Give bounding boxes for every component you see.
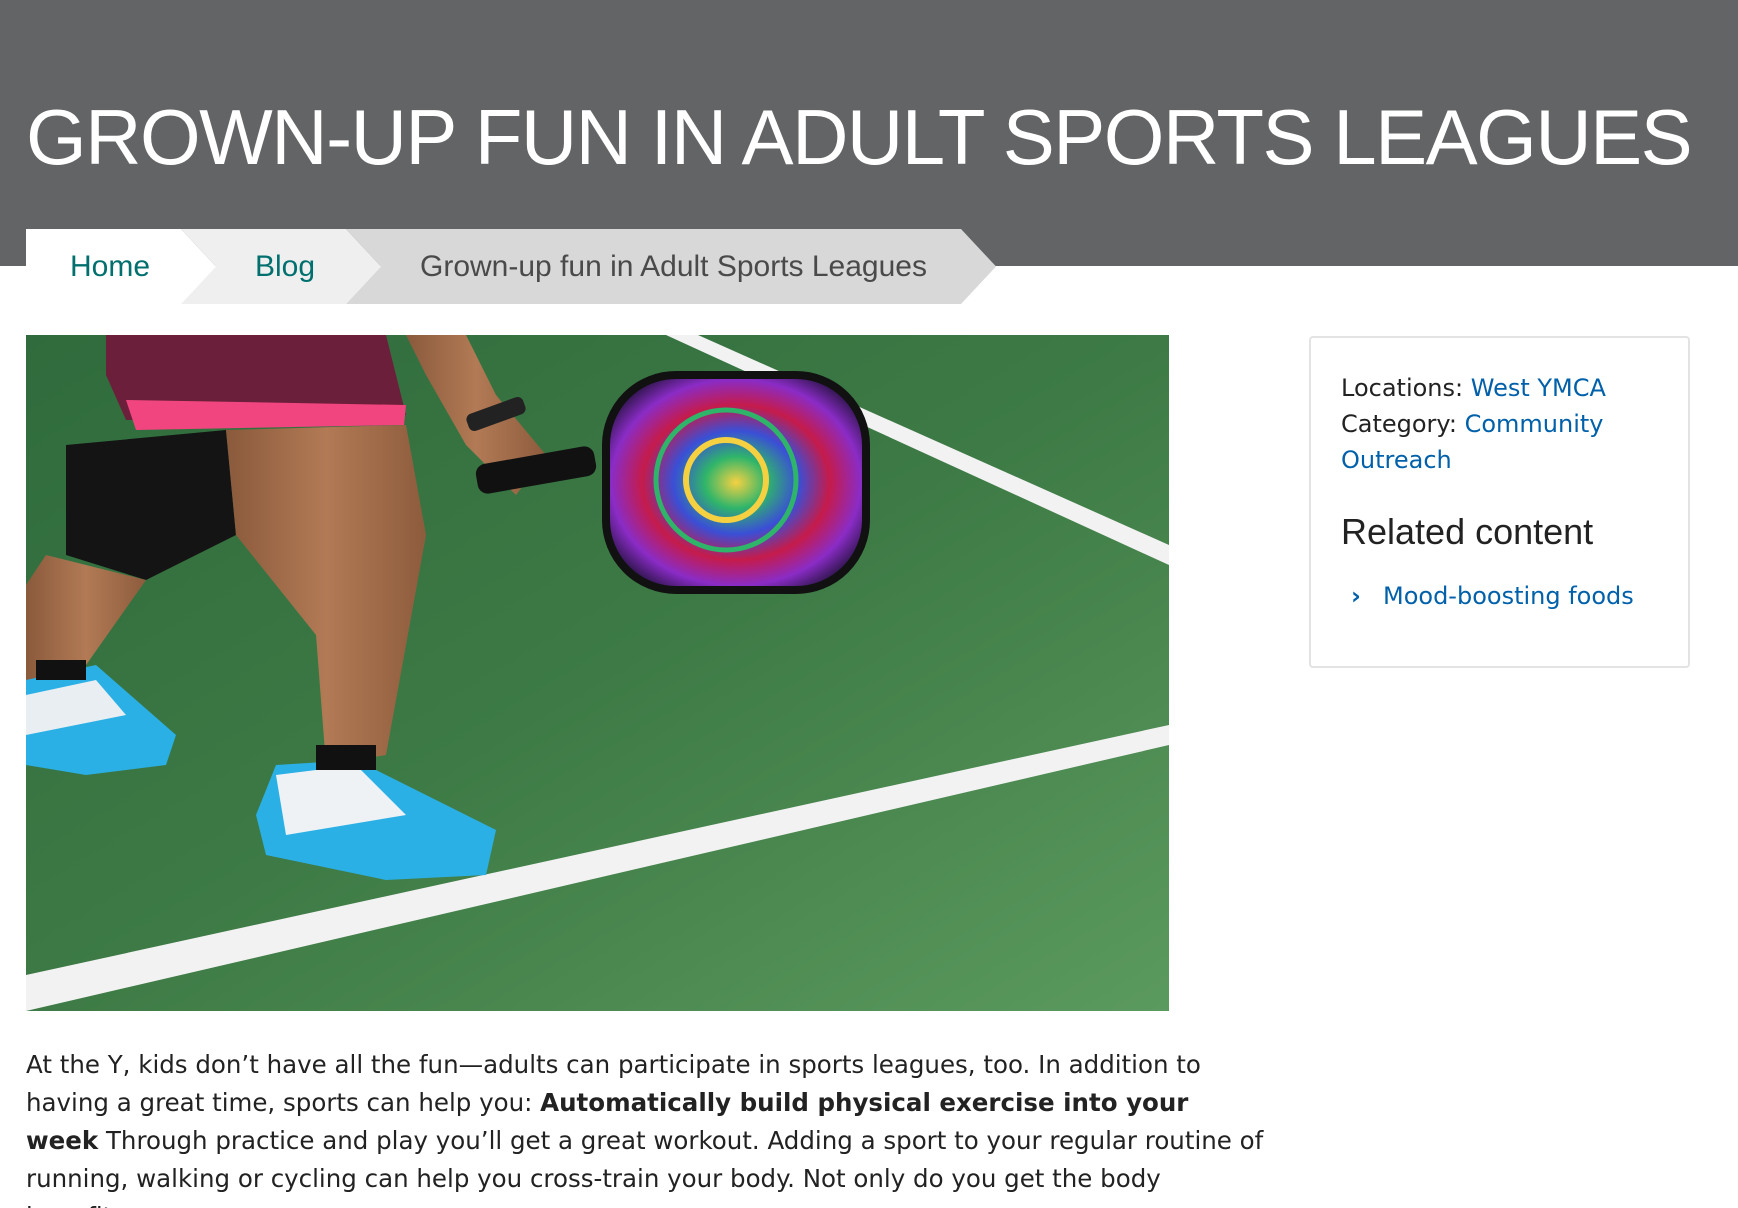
sidebar-card: Locations: West YMCA Category: Community… (1309, 336, 1690, 668)
breadcrumb-current-label: Grown-up fun in Adult Sports Leagues (420, 250, 927, 283)
page: GROWN-UP FUN IN ADULT SPORTS LEAGUES Gro… (0, 0, 1738, 1208)
chevron-right-icon: › (1351, 581, 1361, 610)
related-content-link[interactable]: Mood-boosting foods (1383, 578, 1634, 614)
category-label: Category: (1341, 410, 1457, 438)
article-body: At the Y, kids don’t have all the fun—ad… (26, 1046, 1266, 1208)
page-title: GROWN-UP FUN IN ADULT SPORTS LEAGUES (26, 93, 1693, 181)
page-header: GROWN-UP FUN IN ADULT SPORTS LEAGUES (0, 0, 1738, 266)
related-content-heading: Related content (1341, 511, 1594, 552)
hero-image (26, 335, 1169, 1011)
pickleball-photo (26, 335, 1169, 1011)
locations-label: Locations: (1341, 374, 1464, 402)
locations-link[interactable]: West YMCA (1471, 374, 1606, 402)
breadcrumb-link-home[interactable]: Home (70, 250, 150, 283)
locations-line: Locations: West YMCA (1341, 370, 1658, 406)
breadcrumb-link-blog[interactable]: Blog (255, 250, 315, 283)
related-content-item[interactable]: › Mood-boosting foods (1341, 578, 1658, 614)
breadcrumb-item-current: Grown-up fun in Adult Sports Leagues (346, 229, 996, 304)
article-text-rest: Through practice and play you’ll get a g… (26, 1126, 1264, 1208)
category-line: Category: Community Outreach (1341, 406, 1658, 478)
breadcrumb-item-home[interactable]: Home (26, 229, 216, 304)
related-content-list: › Mood-boosting foods (1341, 578, 1658, 614)
breadcrumb: Grown-up fun in Adult Sports Leagues Blo… (26, 229, 996, 304)
